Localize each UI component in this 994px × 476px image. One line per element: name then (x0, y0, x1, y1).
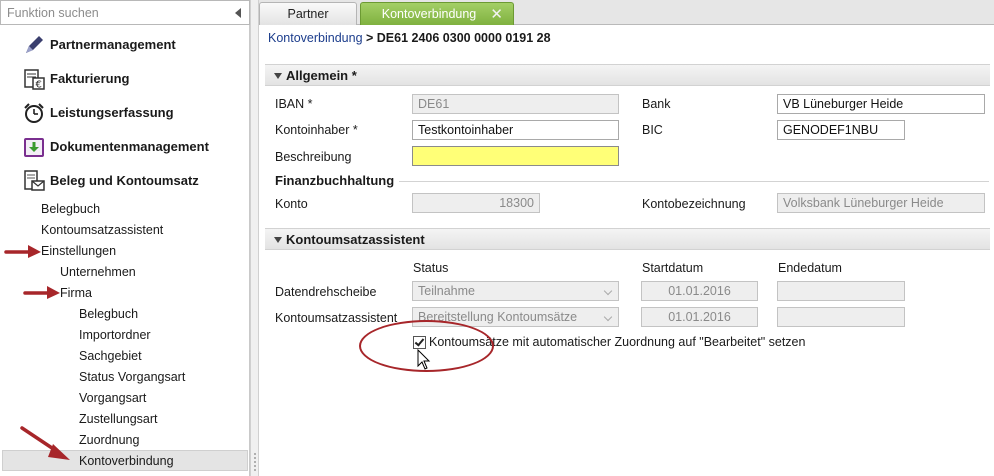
section-title: Kontoumsatzassistent (286, 232, 425, 247)
endedatum-field-kontoumsatzassistent[interactable] (777, 307, 905, 327)
annotation-arrow-icon (4, 245, 41, 258)
section-kontoumsatzassistent-header[interactable]: Kontoumsatzassistent (265, 228, 990, 250)
tab-partner[interactable]: Partner (259, 2, 357, 25)
tree-item-unternehmen[interactable]: Unternehmen (60, 265, 136, 279)
tree-item-zuordnung[interactable]: Zuordnung (79, 433, 139, 447)
tree-item-kontoumsatzassistent[interactable]: Kontoumsatzassistent (41, 223, 163, 237)
invoice-euro-icon: € (24, 69, 45, 91)
tree-item-kontoverbindung[interactable]: Kontoverbindung (79, 454, 174, 468)
kontobezeichnung-field[interactable]: Volksbank Lüneburger Heide (777, 193, 985, 213)
module-leistungserfassung[interactable]: Leistungserfassung (0, 97, 250, 129)
konto-field[interactable]: 18300 (412, 193, 540, 213)
bic-label: BIC (642, 123, 663, 137)
startdatum-field-datendrehscheibe[interactable]: 01.01.2016 (641, 281, 758, 301)
section-title: Allgemein * (286, 68, 357, 83)
beschreibung-field[interactable] (412, 146, 619, 166)
module-label: Dokumentenmanagement (50, 139, 209, 154)
startdatum-field-kontoumsatzassistent[interactable]: 01.01.2016 (641, 307, 758, 327)
tree-item-sachgebiet[interactable]: Sachgebiet (79, 349, 142, 363)
download-folder-icon (24, 138, 44, 157)
sidebar-splitter[interactable] (250, 0, 259, 476)
section-allgemein-header[interactable]: Allgemein * (265, 64, 990, 86)
module-partnermanagement[interactable]: Partnermanagement (0, 29, 250, 61)
pen-icon (26, 36, 43, 53)
iban-field[interactable]: DE61 (412, 94, 619, 114)
beschreibung-label: Beschreibung (275, 150, 352, 164)
tree-item-firma[interactable]: Firma (60, 286, 92, 300)
collapse-triangle-icon (274, 237, 282, 243)
kontoinhaber-field[interactable]: Testkontoinhaber (412, 120, 619, 140)
module-fakturierung[interactable]: € Fakturierung (0, 63, 250, 95)
select-value: Teilnahme (418, 284, 475, 298)
module-label: Partnermanagement (50, 37, 176, 52)
module-label: Beleg und Kontoumsatz (50, 173, 199, 188)
tree-item-vorgangsart[interactable]: Vorgangsart (79, 391, 146, 405)
annotation-arrow-icon (23, 286, 60, 299)
sidebar: Funktion suchen Partnermanagement € Fakt… (0, 0, 250, 476)
breadcrumb-separator: > (362, 31, 377, 45)
divider (399, 181, 989, 182)
module-beleg-und-kontoumsatz[interactable]: Beleg und Kontoumsatz (0, 165, 250, 197)
tree-item-belegbuch[interactable]: Belegbuch (41, 202, 100, 216)
bank-label: Bank (642, 97, 671, 111)
collapse-triangle-icon (274, 73, 282, 79)
kontoinhaber-label: Kontoinhaber * (275, 123, 358, 137)
konto-label: Konto (275, 197, 308, 211)
breadcrumb-link[interactable]: Kontoverbindung (268, 31, 363, 45)
bic-field[interactable]: GENODEF1NBU (777, 120, 905, 140)
bank-field[interactable]: VB Lüneburger Heide (777, 94, 985, 114)
tree-item-status-vorgangsart[interactable]: Status Vorgangsart (79, 370, 185, 384)
tree-item-firma-belegbuch[interactable]: Belegbuch (79, 307, 138, 321)
document-envelope-icon (24, 170, 45, 191)
function-search-input[interactable]: Funktion suchen (0, 0, 250, 25)
breadcrumb-current: DE61 2406 0300 0000 0191 28 (376, 31, 551, 45)
collapse-sidebar-icon[interactable] (235, 8, 241, 18)
row-label-kontoumsatzassistent: Kontoumsatzassistent (275, 311, 398, 325)
annotation-arrow-icon (20, 426, 70, 460)
chevron-down-icon (603, 312, 613, 322)
chevron-down-icon (603, 286, 613, 296)
tree-item-importordner[interactable]: Importordner (79, 328, 151, 342)
tree-item-einstellungen[interactable]: Einstellungen (41, 244, 116, 258)
finanzbuchhaltung-heading: Finanzbuchhaltung (275, 173, 395, 188)
alarm-clock-icon (24, 103, 44, 123)
tab-label: Kontoverbindung (381, 7, 477, 21)
breadcrumb: Kontoverbindung > DE61 2406 0300 0000 01… (268, 31, 551, 45)
tab-label: Partner (287, 7, 329, 21)
column-header-startdatum: Startdatum (642, 261, 704, 275)
module-label: Fakturierung (50, 71, 130, 86)
splitter-grip-icon[interactable] (253, 452, 257, 472)
main-panel: Partner Kontoverbindung ✕ Kontoverbindun… (259, 0, 994, 476)
status-select-datendrehscheibe[interactable]: Teilnahme (412, 281, 619, 301)
endedatum-field-datendrehscheibe[interactable] (777, 281, 905, 301)
column-header-endedatum: Endedatum (778, 261, 842, 275)
column-header-status: Status (413, 261, 449, 275)
module-label: Leistungserfassung (50, 105, 174, 120)
mouse-cursor-icon (417, 349, 431, 370)
tab-kontoverbindung[interactable]: Kontoverbindung ✕ (360, 2, 514, 25)
module-dokumentenmanagement[interactable]: Dokumentenmanagement (0, 131, 250, 163)
iban-label: IBAN * (275, 97, 313, 111)
kontobezeichnung-label: Kontobezeichnung (642, 197, 746, 211)
svg-text:€: € (36, 80, 42, 91)
tab-bar: Partner Kontoverbindung ✕ (259, 0, 994, 25)
tree-item-zustellungsart[interactable]: Zustellungsart (79, 412, 158, 426)
row-label-datendrehscheibe: Datendrehscheibe (275, 285, 377, 299)
search-placeholder: Funktion suchen (7, 6, 99, 20)
close-tab-icon[interactable]: ✕ (490, 5, 503, 23)
